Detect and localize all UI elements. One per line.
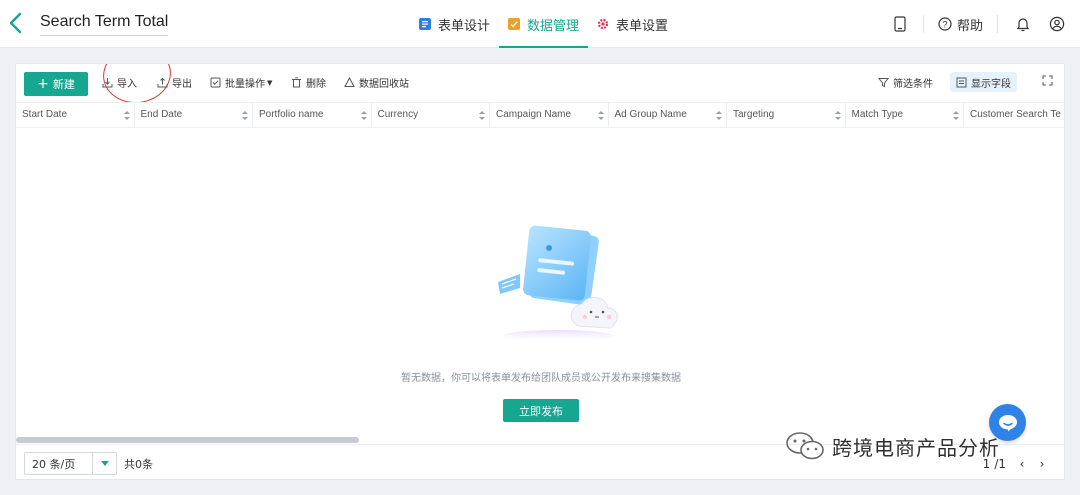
export-label: 导出 [172,79,192,90]
prev-page-icon[interactable]: ‹ [1012,454,1032,474]
sort-icon[interactable] [242,111,248,120]
data-card: + 新建 导入 导出 批量操作 ▼ 删除 数据回收站 筛选条件 显示字段 Sta… [15,63,1065,480]
divider [997,15,998,33]
sort-icon[interactable] [597,111,604,120]
tab-data-manage[interactable]: 数据管理 [499,0,589,48]
watermark-text: 跨境电商产品分析 [832,435,1000,460]
export-button[interactable]: 导出 [157,75,192,90]
total-count: 共0条 [124,458,153,471]
column-label: Start Date [22,109,68,120]
wechat-icon [786,432,824,460]
help-button[interactable]: ? 帮助 [938,15,983,34]
top-right-actions: ? 帮助 [875,0,1066,48]
scrollbar-thumb[interactable] [16,437,359,443]
column-header-targeting[interactable]: Targeting [727,103,846,127]
checkbox-icon [210,77,221,88]
toolbar: + 新建 导入 导出 批量操作 ▼ 删除 数据回收站 筛选条件 显示字段 [16,64,1064,108]
publish-now-button[interactable]: 立即发布 [503,399,579,422]
column-header-ad-group-name[interactable]: Ad Group Name [609,103,727,127]
page-title: Search Term Total [40,12,169,36]
page-size-value: 20 条/页 [32,457,76,471]
form-design-icon [419,18,431,30]
chat-bubble-icon [998,414,1017,431]
column-header-start-date[interactable]: Start Date [16,103,135,127]
column-label: Currency [377,109,419,120]
delete-label: 删除 [306,79,326,90]
main-tabs: 表单设计 数据管理 表单设置 [410,0,677,48]
batch-action-dropdown[interactable]: 批量操作 ▼ [210,75,272,90]
column-header-end-date[interactable]: End Date [135,103,253,127]
column-label: Ad Group Name [614,109,687,120]
new-label: 新建 [52,78,75,91]
empty-state-illustration [478,224,623,344]
next-page-icon[interactable]: › [1032,454,1052,474]
sort-icon[interactable] [834,111,841,120]
tab-form-design[interactable]: 表单设计 [410,0,499,48]
trash-icon [292,77,301,88]
column-header-currency[interactable]: Currency [372,103,490,127]
column-label: Campaign Name [496,109,572,120]
sort-icon[interactable] [953,111,959,120]
help-label: 帮助 [956,18,983,34]
divider [922,15,924,33]
column-header-customer-search-term[interactable]: Customer Search Te [964,103,1064,127]
column-header-portfolio-name[interactable]: Portfolio name [253,103,372,127]
delete-button[interactable]: 删除 [291,75,326,90]
export-icon [157,77,168,88]
caret-down-icon: ▼ [267,78,273,87]
tab-label: 数据管理 [527,18,580,34]
column-label: Targeting [733,109,775,120]
help-icon: ? [938,17,952,31]
wechat-watermark: 跨境电商产品分析 [784,431,1000,461]
table-header: Start Date End Date Portfolio name Curre… [16,102,1064,128]
empty-state-message: 暂无数据，你可以将表单发布给团队成员或公开发布来搜集数据 [401,373,681,384]
batch-label: 批量操作 [225,79,265,90]
back-arrow-icon[interactable] [8,11,28,35]
svg-text:?: ? [942,19,947,29]
plus-icon: + [37,76,49,92]
filter-button[interactable]: 筛选条件 [878,75,933,90]
recycle-icon [344,77,355,87]
column-header-match-type[interactable]: Match Type [846,103,964,127]
column-label: Match Type [851,109,904,120]
sort-icon[interactable] [479,111,485,120]
column-header-campaign-name[interactable]: Campaign Name [490,103,609,127]
column-label: Portfolio name [259,109,324,120]
fields-label: 显示字段 [971,78,1011,90]
tab-label: 表单设置 [616,18,669,34]
tab-form-settings[interactable]: 表单设置 [588,0,677,48]
filter-label: 筛选条件 [893,79,933,90]
user-avatar-icon[interactable] [1048,15,1066,33]
mobile-preview-icon[interactable] [891,15,909,33]
dropdown-arrow-icon[interactable] [92,453,116,474]
fullscreen-icon[interactable] [1042,75,1053,86]
sort-icon[interactable] [360,111,367,120]
sort-icon[interactable] [716,111,722,120]
gear-icon [597,18,609,30]
columns-icon [956,77,967,87]
column-label: End Date [140,109,183,120]
sort-icon[interactable] [123,111,130,120]
bell-icon[interactable] [1014,15,1032,33]
new-button[interactable]: + 新建 [24,72,88,96]
column-label: Customer Search Te [970,109,1061,120]
recycle-label: 数据回收站 [359,79,409,90]
display-fields-button[interactable]: 显示字段 [950,72,1017,92]
data-manage-icon [508,18,521,30]
top-bar: Search Term Total 表单设计 数据管理 表单设置 ? 帮助 [0,0,1080,48]
page-size-select[interactable]: 20 条/页 [24,452,117,475]
recycle-bin-button[interactable]: 数据回收站 [344,75,409,90]
tab-label: 表单设计 [438,18,491,34]
filter-icon [878,78,889,88]
